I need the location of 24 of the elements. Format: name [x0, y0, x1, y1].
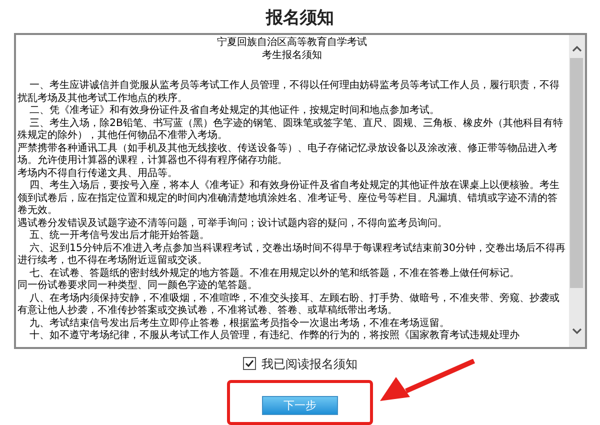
- scrollbar-thumb[interactable]: [570, 58, 583, 288]
- notice-paragraph: 九、考试结束信号发出后考生立即停止答卷，根据监考员指令一次退出考场，不准在考场逗留。: [28, 318, 450, 330]
- notice-paragraph: 遇试卷分发错误及试题字迹不清等问题，可举手询问；设计试题内容的疑问，不得向监考员询问。: [18, 218, 448, 230]
- notice-paragraph: 一、考生应讲诚信并自觉服从监考员等考试工作人员管理，不得以任何理由妨碍监考员等考试工作人员，履行职责，不得扰乱考场及其他考试工作地点的秩序。: [18, 80, 560, 104]
- notice-paragraph: 十、如不遵守考场纪律，不服从考试工作人员管理，有违纪、作弊的行为的，将按照《国家教育考试违规处理办: [28, 330, 520, 342]
- scroll-down-icon[interactable]: [572, 326, 582, 335]
- notice-paragraph: 同一份试卷要求同一种类型、同一颜色字迹的笔答题。: [18, 280, 258, 292]
- notice-heading: 宁夏回族自治区高等教育自学考试: [216, 37, 368, 50]
- notice-paragraph: 五、统一开考信号发出后才能开始答题。: [28, 230, 210, 242]
- next-button[interactable]: 下一步: [262, 396, 338, 415]
- notice-paragraph: 六、迟到15分钟后不准进入考点参加当科课程考试，交卷出场时间不得早于每课程考试结束前30分钟，交卷出场后不得再进行续考，也不得在考场附近逗留或交谈。: [18, 242, 566, 268]
- notice-paragraph: 四、考生入场后，要按号入座，将本人《准考证》和有效身份证件及省自考处规定的其他证件放在课桌上以便核验。考生领到试卷后，应在指定位置和规定的时间内准确清楚地填涂姓名、准考证号、座位号等栏目。凡漏填、错填或字迹不清的答卷无效。: [18, 180, 560, 218]
- notice-paragraph: 三、考生入场，除2B铅笔、书写蓝（黑）色字迹的钢笔、圆珠笔或签字笔、直尺、圆规、三角板、橡皮外（其他科目有特殊规定的除外），其他任何物品不准带入考场。: [18, 118, 564, 142]
- agree-label: 我已阅读报名须知: [262, 356, 358, 373]
- notice-paragraph: 七、在试卷、答题纸的密封线外规定的地方答题。不准在用规定以外的笔和纸答题，不准在答卷上做任何标记。: [28, 268, 520, 280]
- scrollbar[interactable]: [568, 35, 584, 347]
- notice-paragraph: 严禁携带各种通讯工具（如手机及其他无线接收、传送设备等）、电子存储记忆录放设备以及涂改液、修正带等物品进入考场。允许使用计算器的课程，计算器也不得有程序储存功能。: [18, 142, 558, 168]
- notice-heading: 考生报名须知: [261, 50, 323, 62]
- page-title: 报名须知: [266, 8, 334, 28]
- notice-paragraph: 八、在考场内须保持安静，不准吸烟，不准喧哗，不准交头接耳、左顾右盼、打手势、做暗号，不准夹带、旁窥、抄袭或有意让他人抄袭，不准传抄答案或交换试卷，不准将试卷、答卷、或草稿纸带出考场。: [18, 292, 560, 318]
- scroll-up-icon[interactable]: [572, 45, 582, 53]
- notice-paragraph: 二、凭《准考证》和有效身份证件及省自考处规定的其他证件，按规定时间和地点参加考试。: [28, 105, 440, 118]
- agree-checkbox[interactable]: [242, 357, 256, 370]
- notice-paragraph: 考场内不得自行传递文具、用品等。: [18, 168, 178, 180]
